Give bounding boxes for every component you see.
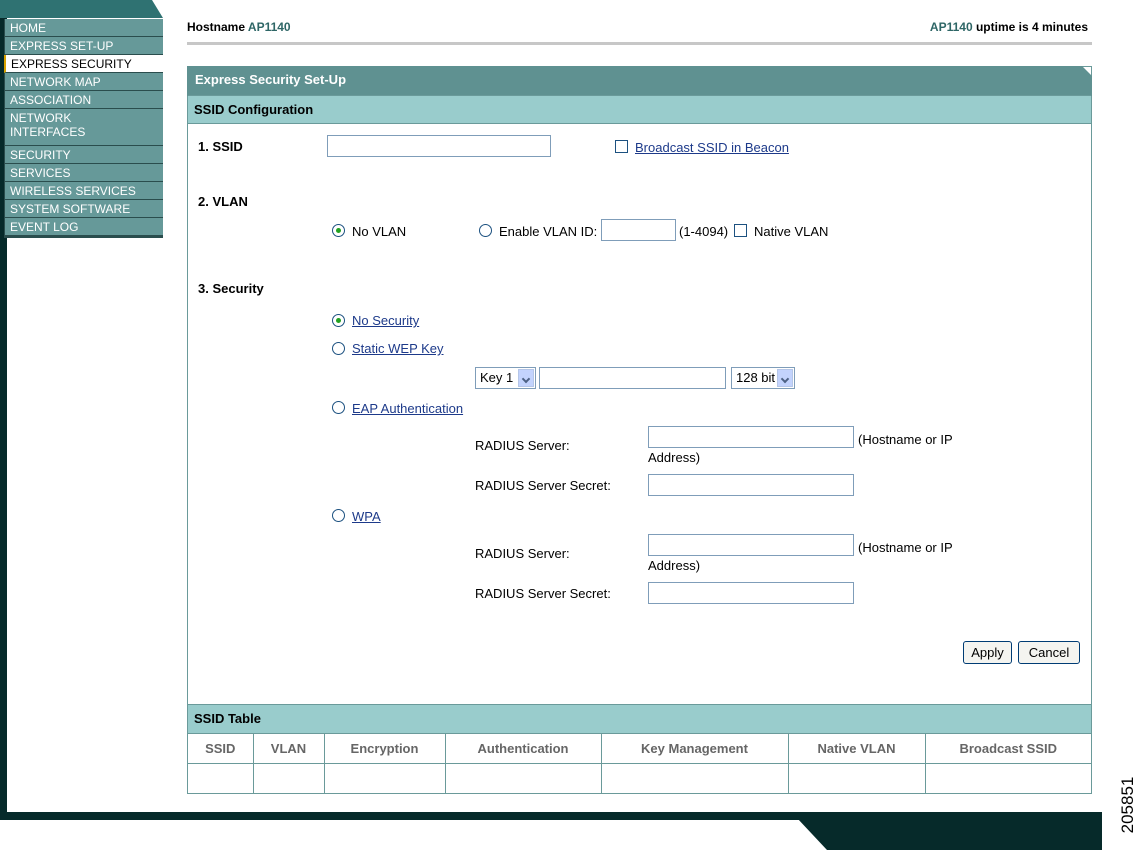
cancel-button[interactable]: Cancel	[1018, 641, 1080, 664]
nav-item-services[interactable]: SERVICES	[4, 164, 163, 182]
header-divider	[187, 42, 1092, 45]
ssid-table-header: SSID Table	[188, 704, 1091, 734]
wep-key-input[interactable]	[539, 367, 726, 389]
uptime-text: uptime is 4 minutes	[975, 20, 1088, 34]
ssid-configuration-header: SSID Configuration	[188, 95, 1091, 124]
native-vlan-checkbox[interactable]	[734, 224, 747, 237]
column-header-authentication: Authentication	[445, 734, 602, 764]
no-security-radio[interactable]	[332, 314, 345, 327]
wpa-radius-hint-line1: (Hostname or IP	[858, 540, 953, 555]
vlan-range-hint: (1-4094)	[679, 224, 729, 239]
vlan-id-input[interactable]	[601, 219, 676, 241]
ssid-table-header-row: SSID VLAN Encryption Authentication Key …	[188, 734, 1091, 764]
hostname-label: Hostname	[187, 20, 246, 34]
table-cell	[324, 763, 446, 793]
broadcast-ssid-link[interactable]: Broadcast SSID in Beacon	[635, 140, 789, 155]
column-header-encryption: Encryption	[324, 734, 446, 764]
wpa-radio[interactable]	[332, 509, 345, 522]
nav-item-security[interactable]: SECURITY	[4, 146, 163, 164]
no-vlan-label: No VLAN	[352, 224, 407, 239]
eap-radius-hint-line2: Address)	[648, 450, 701, 465]
no-security-link[interactable]: No Security	[352, 313, 419, 328]
nav-item-association[interactable]: ASSOCIATION	[4, 91, 163, 109]
wpa-radius-hint-line2: Address)	[648, 558, 701, 573]
chevron-down-icon	[777, 369, 793, 387]
footer-corner-decoration	[797, 818, 1102, 850]
hostname-display: Hostname AP1140	[187, 20, 291, 34]
column-header-key-management: Key Management	[601, 734, 789, 764]
no-vlan-radio[interactable]	[332, 224, 345, 237]
column-header-broadcast-ssid: Broadcast SSID	[925, 734, 1091, 764]
wep-bit-select-value: 128 bit	[736, 370, 776, 385]
nav-item-express-security[interactable]: EXPRESS SECURITY	[4, 55, 163, 73]
apply-button[interactable]: Apply	[963, 641, 1012, 664]
express-security-panel: Express Security Set-Up SSID Configurati…	[187, 66, 1092, 794]
table-cell	[925, 763, 1091, 793]
nav-menu: HOME EXPRESS SET-UP EXPRESS SECURITY NET…	[4, 19, 163, 238]
figure-number: 205851	[1118, 776, 1134, 834]
wpa-radius-server-label: RADIUS Server:	[475, 546, 570, 561]
left-nav-frame: HOME EXPRESS SET-UP EXPRESS SECURITY NET…	[0, 0, 163, 820]
eap-radius-server-label: RADIUS Server:	[475, 438, 570, 453]
eap-authentication-link[interactable]: EAP Authentication	[352, 401, 463, 416]
wpa-radius-secret-input[interactable]	[648, 582, 854, 604]
eap-radius-server-input[interactable]	[648, 426, 854, 448]
ssid-input[interactable]	[327, 135, 551, 157]
nav-item-wireless-services[interactable]: WIRELESS SERVICES	[4, 182, 163, 200]
static-wep-radio[interactable]	[332, 342, 345, 355]
broadcast-ssid-checkbox[interactable]	[615, 140, 628, 153]
security-section-label: 3. Security	[198, 281, 264, 296]
ssid-table: SSID VLAN Encryption Authentication Key …	[188, 734, 1091, 793]
panel-title: Express Security Set-Up	[187, 66, 1092, 96]
eap-radio[interactable]	[332, 401, 345, 414]
static-wep-link[interactable]: Static WEP Key	[352, 341, 444, 356]
enable-vlan-label: Enable VLAN ID:	[499, 224, 598, 239]
table-cell	[601, 763, 789, 793]
eap-radius-secret-label: RADIUS Server Secret:	[475, 478, 611, 493]
nav-item-network-map[interactable]: NETWORK MAP	[4, 73, 163, 91]
uptime-host: AP1140	[929, 20, 973, 34]
table-cell	[188, 763, 254, 793]
table-cell	[788, 763, 926, 793]
eap-radius-hint-line1: (Hostname or IP	[858, 432, 953, 447]
wep-key-select[interactable]: Key 1	[475, 367, 536, 389]
column-header-native-vlan: Native VLAN	[788, 734, 926, 764]
table-cell	[253, 763, 325, 793]
chevron-down-icon	[518, 369, 534, 387]
nav-item-network-interfaces[interactable]: NETWORK INTERFACES	[4, 109, 163, 146]
wep-bit-select[interactable]: 128 bit	[731, 367, 795, 389]
column-header-vlan: VLAN	[253, 734, 325, 764]
nav-item-system-software[interactable]: SYSTEM SOFTWARE	[4, 200, 163, 218]
native-vlan-label: Native VLAN	[754, 224, 829, 239]
nav-top-decoration	[0, 0, 163, 18]
table-cell	[445, 763, 602, 793]
nav-item-event-log[interactable]: EVENT LOG	[4, 218, 163, 236]
hostname-value: AP1140	[247, 20, 291, 34]
wpa-radius-server-input[interactable]	[648, 534, 854, 556]
enable-vlan-radio[interactable]	[479, 224, 492, 237]
nav-item-home[interactable]: HOME	[4, 19, 163, 37]
uptime-display: AP1140 uptime is 4 minutes	[930, 20, 1088, 34]
ssid-section-label: 1. SSID	[198, 139, 243, 154]
wpa-radius-secret-label: RADIUS Server Secret:	[475, 586, 611, 601]
wpa-link[interactable]: WPA	[352, 509, 381, 524]
column-header-ssid: SSID	[188, 734, 254, 764]
vlan-section-label: 2. VLAN	[198, 194, 248, 209]
table-row	[188, 763, 1091, 793]
nav-item-express-setup[interactable]: EXPRESS SET-UP	[4, 37, 163, 55]
wep-key-select-value: Key 1	[480, 370, 514, 385]
eap-radius-secret-input[interactable]	[648, 474, 854, 496]
nav-bottom-border	[4, 236, 163, 238]
